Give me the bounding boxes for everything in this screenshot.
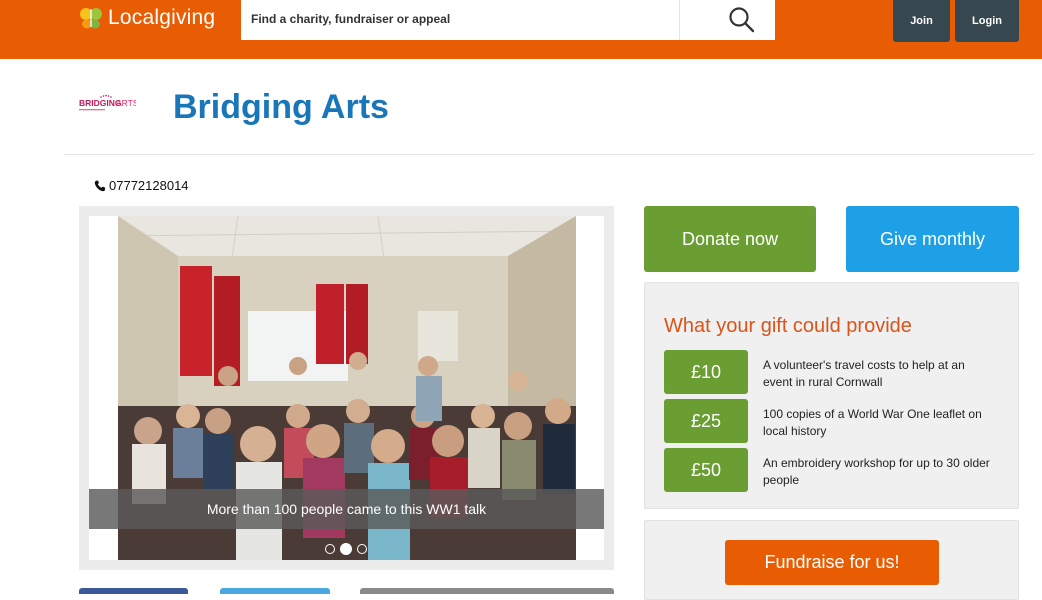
fundraise-button[interactable]: Fundraise for us!	[725, 540, 939, 585]
give-monthly-button[interactable]: Give monthly	[846, 206, 1019, 272]
search-input[interactable]: Find a charity, fundraiser or appeal	[251, 12, 450, 26]
gift-amount-button[interactable]: £25	[664, 399, 748, 443]
login-button[interactable]: Login	[955, 0, 1019, 42]
email-share-button[interactable]	[360, 588, 614, 594]
gift-option[interactable]: £50 An embroidery workshop for up to 30 …	[664, 448, 1004, 492]
slide-dot-2[interactable]	[340, 543, 352, 555]
twitter-share-button[interactable]	[220, 588, 330, 594]
charity-name: Bridging Arts	[173, 88, 389, 126]
slide-dot-1[interactable]	[325, 544, 335, 554]
search-divider	[679, 0, 680, 40]
site-header: Localgiving Find a charity, fundraiser o…	[0, 0, 1042, 59]
join-button[interactable]: Join	[893, 0, 950, 42]
fundraise-panel: Fundraise for us!	[644, 520, 1019, 600]
gift-description: An embroidery workshop for up to 30 olde…	[763, 456, 990, 487]
charity-logo: BRIDGING ARTS	[79, 94, 136, 111]
slide-dot-3[interactable]	[357, 544, 367, 554]
divider	[64, 154, 1034, 155]
slide-caption: More than 100 people came to this WW1 ta…	[89, 489, 604, 529]
gift-description: 100 copies of a World War One leaflet on…	[763, 407, 982, 438]
logo-text: Localgiving	[108, 6, 216, 29]
facebook-share-button[interactable]	[79, 588, 188, 594]
slide-dots	[325, 543, 367, 555]
phone-text: 07772128014	[109, 178, 189, 193]
butterfly-icon	[80, 8, 102, 29]
svg-text:ARTS: ARTS	[116, 98, 136, 108]
gift-panel-title: What your gift could provide	[664, 315, 912, 337]
donate-now-button[interactable]: Donate now	[644, 206, 816, 272]
gift-amount-button[interactable]: £10	[664, 350, 748, 394]
search-icon[interactable]	[727, 5, 757, 35]
gift-amount-button[interactable]: £50	[664, 448, 748, 492]
gift-option[interactable]: £25 100 copies of a World War One leafle…	[664, 399, 1004, 443]
photo-slideshow[interactable]: More than 100 people came to this WW1 ta…	[79, 206, 614, 570]
phone-icon	[94, 180, 106, 191]
slide-container: More than 100 people came to this WW1 ta…	[89, 216, 604, 560]
search-bar[interactable]: Find a charity, fundraiser or appeal	[241, 0, 775, 40]
gift-options-panel: What your gift could provide £10 A volun…	[644, 282, 1019, 509]
phone-number[interactable]: 07772128014	[94, 178, 189, 193]
gift-option[interactable]: £10 A volunteer's travel costs to help a…	[664, 350, 1004, 394]
gift-description: A volunteer's travel costs to help at an…	[763, 358, 965, 389]
localgiving-logo[interactable]: Localgiving	[78, 4, 215, 32]
